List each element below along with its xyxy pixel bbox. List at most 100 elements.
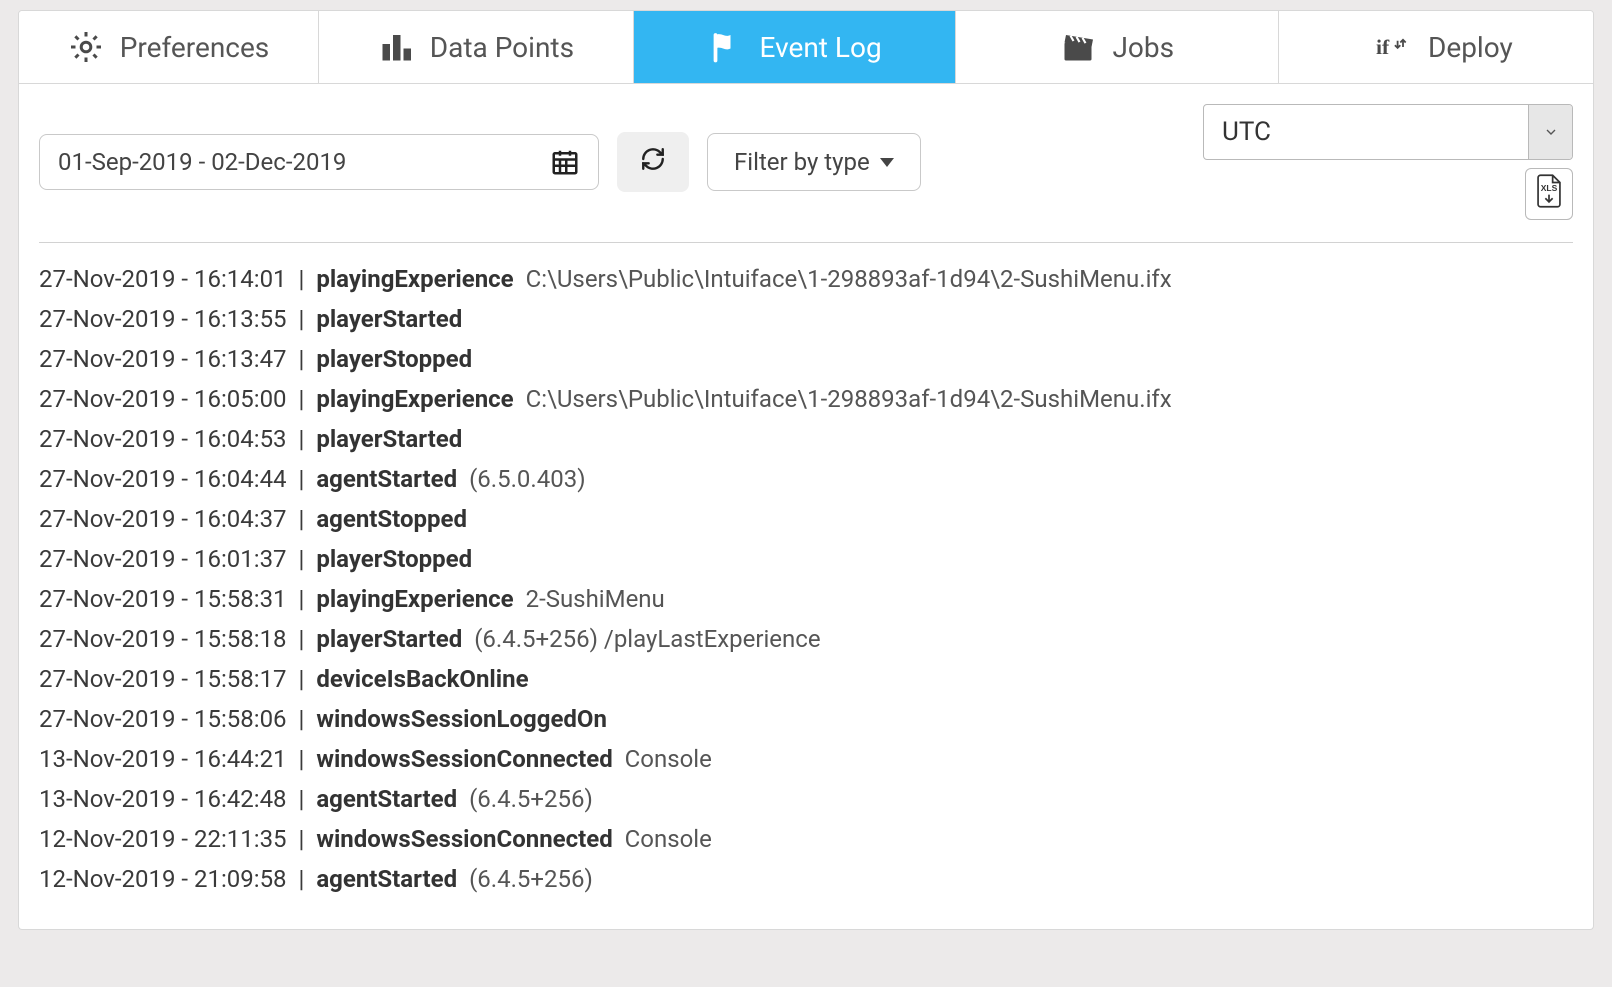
tab-deploy[interactable]: if Deploy <box>1279 11 1594 83</box>
log-separator: | <box>293 265 311 293</box>
toolbar: 01-Sep-2019 - 02-Dec-2019 <box>39 104 1573 220</box>
if-icon: if <box>1376 29 1412 65</box>
calendar-icon <box>550 147 580 177</box>
log-event: playingExperience <box>316 585 513 613</box>
log-separator: | <box>293 865 311 893</box>
log-separator: | <box>293 665 311 693</box>
gear-icon <box>68 29 104 65</box>
filter-type-label: Filter by type <box>734 148 870 176</box>
log-separator: | <box>293 785 311 813</box>
event-log-panel: 01-Sep-2019 - 02-Dec-2019 <box>18 84 1594 930</box>
date-range-picker[interactable]: 01-Sep-2019 - 02-Dec-2019 <box>39 134 599 190</box>
bars-icon <box>378 29 414 65</box>
tab-label: Preferences <box>120 31 270 64</box>
log-timestamp: 27-Nov-2019 - 15:58:17 <box>39 665 287 693</box>
log-separator: | <box>293 585 311 613</box>
log-row: 27-Nov-2019 - 15:58:17 | deviceIsBackOnl… <box>39 659 1573 699</box>
log-detail: C:\Users\Public\Intuiface\1-298893af-1d9… <box>526 265 1172 293</box>
log-event: agentStarted <box>316 465 457 493</box>
log-separator: | <box>293 705 311 733</box>
tab-jobs[interactable]: Jobs <box>956 11 1279 83</box>
log-timestamp: 13-Nov-2019 - 16:44:21 <box>39 745 287 773</box>
log-separator: | <box>293 385 311 413</box>
log-event: deviceIsBackOnline <box>316 665 528 693</box>
log-row: 12-Nov-2019 - 21:09:58 | agentStarted (6… <box>39 859 1573 899</box>
log-separator: | <box>293 825 311 853</box>
log-row: 27-Nov-2019 - 16:04:53 | playerStarted <box>39 419 1573 459</box>
log-row: 27-Nov-2019 - 15:58:31 | playingExperien… <box>39 579 1573 619</box>
log-event: playerStopped <box>316 345 472 373</box>
log-detail: 2-SushiMenu <box>526 585 665 613</box>
log-event: agentStopped <box>316 505 467 533</box>
log-detail: Console <box>625 825 712 853</box>
tab-data-points[interactable]: Data Points <box>319 11 634 83</box>
log-timestamp: 27-Nov-2019 - 16:04:37 <box>39 505 287 533</box>
log-detail: C:\Users\Public\Intuiface\1-298893af-1d9… <box>526 385 1172 413</box>
chevron-down-icon <box>1528 105 1572 159</box>
tab-label: Jobs <box>1112 31 1174 64</box>
log-separator: | <box>293 345 311 373</box>
log-detail: (6.4.5+256) /playLastExperience <box>474 625 820 653</box>
log-event: agentStarted <box>316 865 457 893</box>
log-row: 27-Nov-2019 - 16:04:37 | agentStopped <box>39 499 1573 539</box>
refresh-button[interactable] <box>617 132 689 192</box>
log-row: 13-Nov-2019 - 16:44:21 | windowsSessionC… <box>39 739 1573 779</box>
refresh-icon <box>640 146 666 178</box>
divider <box>39 242 1573 243</box>
log-event: windowsSessionLoggedOn <box>316 705 607 733</box>
event-log-list: 27-Nov-2019 - 16:14:01 | playingExperien… <box>39 259 1573 899</box>
log-row: 27-Nov-2019 - 16:13:47 | playerStopped <box>39 339 1573 379</box>
log-separator: | <box>293 545 311 573</box>
tabs: Preferences Data Points Event Log Jobs if Dep… <box>18 10 1594 84</box>
log-separator: | <box>293 305 311 333</box>
log-timestamp: 27-Nov-2019 - 16:14:01 <box>39 265 287 293</box>
log-row: 27-Nov-2019 - 16:04:44 | agentStarted (6… <box>39 459 1573 499</box>
filter-type-button[interactable]: Filter by type <box>707 133 921 191</box>
log-timestamp: 13-Nov-2019 - 16:42:48 <box>39 785 287 813</box>
log-timestamp: 27-Nov-2019 - 16:04:53 <box>39 425 287 453</box>
log-timestamp: 27-Nov-2019 - 15:58:18 <box>39 625 287 653</box>
log-event: windowsSessionConnected <box>316 745 612 773</box>
log-row: 27-Nov-2019 - 16:01:37 | playerStopped <box>39 539 1573 579</box>
clapper-icon <box>1060 29 1096 65</box>
svg-text:if: if <box>1376 35 1390 59</box>
log-event: playerStopped <box>316 545 472 573</box>
log-separator: | <box>293 745 311 773</box>
tab-label: Event Log <box>760 31 882 64</box>
timezone-select[interactable]: UTC <box>1203 104 1573 160</box>
log-timestamp: 12-Nov-2019 - 21:09:58 <box>39 865 287 893</box>
caret-down-icon <box>880 158 894 167</box>
log-timestamp: 27-Nov-2019 - 15:58:31 <box>39 585 287 613</box>
log-detail: (6.4.5+256) <box>469 785 593 813</box>
log-event: playingExperience <box>316 265 513 293</box>
log-timestamp: 27-Nov-2019 - 16:13:55 <box>39 305 287 333</box>
log-timestamp: 27-Nov-2019 - 16:04:44 <box>39 465 287 493</box>
log-event: playingExperience <box>316 385 513 413</box>
flag-icon <box>708 29 744 65</box>
date-range-text: 01-Sep-2019 - 02-Dec-2019 <box>58 148 346 176</box>
tab-event-log[interactable]: Event Log <box>634 11 957 83</box>
log-timestamp: 27-Nov-2019 - 15:58:06 <box>39 705 287 733</box>
log-row: 27-Nov-2019 - 16:05:00 | playingExperien… <box>39 379 1573 419</box>
xls-icon: XLS <box>1534 174 1564 214</box>
log-separator: | <box>293 505 311 533</box>
log-event: windowsSessionConnected <box>316 825 612 853</box>
log-timestamp: 12-Nov-2019 - 22:11:35 <box>39 825 287 853</box>
log-row: 12-Nov-2019 - 22:11:35 | windowsSessionC… <box>39 819 1573 859</box>
tab-preferences[interactable]: Preferences <box>19 11 319 83</box>
svg-text:XLS: XLS <box>1541 183 1558 193</box>
log-event: agentStarted <box>316 785 457 813</box>
tab-label: Data Points <box>430 31 574 64</box>
log-detail: (6.4.5+256) <box>469 865 593 893</box>
log-row: 27-Nov-2019 - 16:13:55 | playerStarted <box>39 299 1573 339</box>
log-event: playerStarted <box>316 305 462 333</box>
tab-label: Deploy <box>1428 31 1513 64</box>
timezone-value: UTC <box>1204 117 1528 147</box>
log-row: 13-Nov-2019 - 16:42:48 | agentStarted (6… <box>39 779 1573 819</box>
log-row: 27-Nov-2019 - 15:58:06 | windowsSessionL… <box>39 699 1573 739</box>
log-timestamp: 27-Nov-2019 - 16:01:37 <box>39 545 287 573</box>
log-event: playerStarted <box>316 625 462 653</box>
log-event: playerStarted <box>316 425 462 453</box>
export-xls-button[interactable]: XLS <box>1525 168 1573 220</box>
log-detail: (6.5.0.403) <box>469 465 585 493</box>
